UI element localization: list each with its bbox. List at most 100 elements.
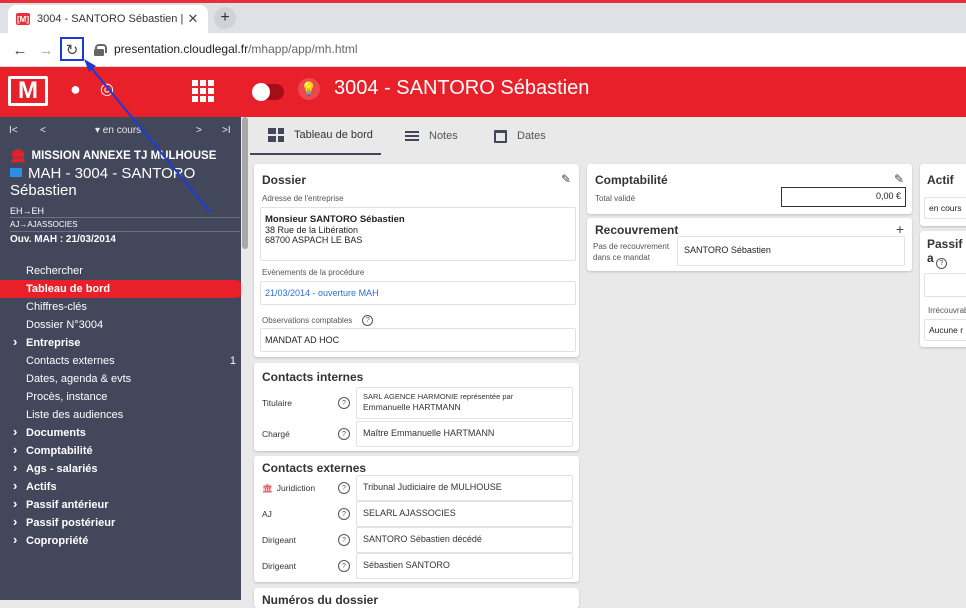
dashboard-icon [268,128,284,142]
help-icon[interactable]: ? [936,258,947,269]
add-recouvrement-button[interactable]: + [896,221,904,237]
back-button[interactable]: ← [10,40,30,60]
contact-row: Dirigeant ? Sébastien SANTORO [260,553,573,579]
row-value[interactable]: Tribunal Judiciaire de MULHOUSE [356,475,573,501]
contact-row: AJ ? SELARL AJASSOCIES [260,501,573,527]
tab-tableau-de-bord[interactable]: Tableau de bord [250,117,381,155]
mission-label: 🏛 MISSION ANNEXE TJ MULHOUSE [10,148,235,164]
sidebar-item-entreprise[interactable]: Entreprise [0,333,244,352]
help-icon[interactable]: ? [338,397,350,409]
mah-title-text: MAH - 3004 - SANTORO Sébastien [10,165,196,199]
contact-row: Chargé ? Maître Emmanuelle HARTMANN [260,421,573,447]
next-page-button[interactable]: > [196,125,202,136]
page-title: 3004 - SANTORO Sébastien [334,77,590,99]
app-logo[interactable]: M [8,76,48,106]
row-value[interactable]: SANTORO Sébastien décédé [356,527,573,553]
help-icon[interactable]: ? [338,534,350,546]
sidebar-item-passif-anterieur[interactable]: Passif antérieur [0,495,244,514]
sidebar-item-chiffres-cles[interactable]: Chiffres-clés [0,298,244,316]
passif-card: Passif a ? Irrécouvrab Aucune r [920,231,966,347]
app-header: M ● ◎ 💡 3004 - SANTORO Sébastien [0,67,966,117]
sidebar-menu: Rechercher Tableau de bord Chiffres-clés… [0,262,244,550]
irrecouvrable-label: Irrécouvrab [928,306,966,315]
tab-label: Notes [429,130,458,142]
contacts-externes-title: Contacts externes [262,461,367,475]
accent-line [0,0,966,3]
edit-pencil-icon[interactable]: ✎ [561,172,571,186]
help-icon[interactable]: ? [338,482,350,494]
prev-page-button[interactable]: < [40,125,46,136]
courthouse-icon: 🏛 [10,148,27,163]
browser-tab-title: 3004 - SANTORO Sébastien | Tab [37,13,186,25]
last-page-button[interactable]: >I [222,125,231,136]
comptabilite-title: Comptabilité [595,173,668,187]
new-tab-button[interactable]: + [214,7,236,29]
sidebar-item-contacts-externes[interactable]: Contacts externes 1 [0,352,244,370]
sidebar-item-tableau-de-bord[interactable]: Tableau de bord [0,280,244,298]
apps-grid-icon[interactable] [192,80,214,102]
row-label-text: Juridiction [276,483,316,493]
obs-label: Observations comptables [262,316,353,325]
mode-toggle[interactable] [252,83,284,101]
sidebar-item-audiences[interactable]: Liste des audiences [0,406,244,424]
actif-value[interactable]: en cours [924,197,966,219]
tab-label: Dates [517,130,546,142]
sidebar-item-actifs[interactable]: Actifs [0,477,244,496]
edit-pencil-icon[interactable]: ✎ [894,172,904,186]
passif-aucune[interactable]: Aucune r [924,319,966,341]
obs-value[interactable]: MANDAT AD HOC [260,328,576,352]
sidebar-item-dossier[interactable]: Dossier N°3004 [0,316,244,334]
row-value[interactable]: Sébastien SANTORO [356,553,573,579]
tab-notes[interactable]: Notes [405,117,458,155]
tab-dates[interactable]: Dates [494,117,546,155]
courthouse-icon: 🏛 [262,482,273,493]
forward-button[interactable]: → [36,40,56,60]
first-page-button[interactable]: I< [9,125,18,136]
user-icon[interactable]: ● [70,79,81,100]
url-path: /mhapp/app/mh.html [248,42,358,56]
lightbulb-icon[interactable]: 💡 [298,77,320,100]
total-value-field[interactable]: 0,00 € [781,187,906,207]
scrollbar-thumb[interactable] [242,117,248,249]
sidebar-item-copropriete[interactable]: Copropriété [0,531,244,550]
recouvrement-value[interactable]: SANTORO Sébastien [677,236,905,266]
event-link[interactable]: 21/03/2014 - ouverture MAH [260,281,576,305]
row-label: AJ [262,509,272,519]
row-value[interactable]: SARL AGENCE HARMONIE représentée par Emm… [356,387,573,419]
row-value[interactable]: Maître Emmanuelle HARTMANN [356,421,573,447]
sidebar-item-comptabilite[interactable]: Comptabilité [0,441,244,460]
sidebar: I< < ▾ en cours > >I 🏛 MISSION ANNEXE TJ… [0,117,250,600]
address-box[interactable]: Monsieur SANTORO Sébastien 38 Rue de la … [260,207,576,261]
help-icon[interactable]: ? [362,315,374,326]
contacts-internes-card: Contacts internes Titulaire ? SARL AGENC… [254,363,579,451]
favicon-icon: [M] [16,13,30,25]
ouv-date: Ouv. MAH : 21/03/2014 [10,234,116,245]
mah-title[interactable]: MAH - 3004 - SANTORO Sébastien [10,165,235,199]
sidebar-item-label: Contacts externes [26,355,115,367]
sidebar-item-passif-posterieur[interactable]: Passif postérieur [0,513,244,532]
help-icon[interactable]: ? [338,560,350,572]
folder-icon [10,168,22,177]
help-icon[interactable]: ? [338,428,350,440]
sidebar-item-documents[interactable]: Documents [0,423,244,442]
sidebar-scrollbar[interactable] [241,117,250,600]
close-tab-icon[interactable]: ✕ [186,11,200,27]
sidebar-item-dates[interactable]: Dates, agenda & evts [0,370,244,388]
row-label: 🏛 Juridiction [260,483,330,494]
help-icon[interactable]: ? [338,508,350,520]
url-field[interactable]: presentation.cloudlegal.fr/mhapp/app/mh.… [94,42,357,56]
contact-row: Dirigeant ? SANTORO Sébastien décédé [260,527,573,553]
sidebar-item-ags[interactable]: Ags - salariés [0,459,244,478]
status-filter-dropdown[interactable]: ▾ en cours [95,125,141,136]
adresse-label: Adresse de l'entreprise [262,194,344,203]
passif-field[interactable] [924,273,966,297]
count-badge: 1 [229,355,236,367]
sidebar-item-rechercher[interactable]: Rechercher [0,262,244,280]
calendar-icon [494,129,507,143]
row-value[interactable]: SELARL AJASSOCIES [356,501,573,527]
broadcast-icon[interactable]: ◎ [100,79,114,99]
sidebar-item-proces[interactable]: Procès, instance [0,388,244,406]
events-label: Evènements de la procédure [262,268,365,277]
row-label: Dirigeant [262,561,297,571]
browser-tab[interactable]: [M] 3004 - SANTORO Sébastien | Tab ✕ [8,5,208,33]
